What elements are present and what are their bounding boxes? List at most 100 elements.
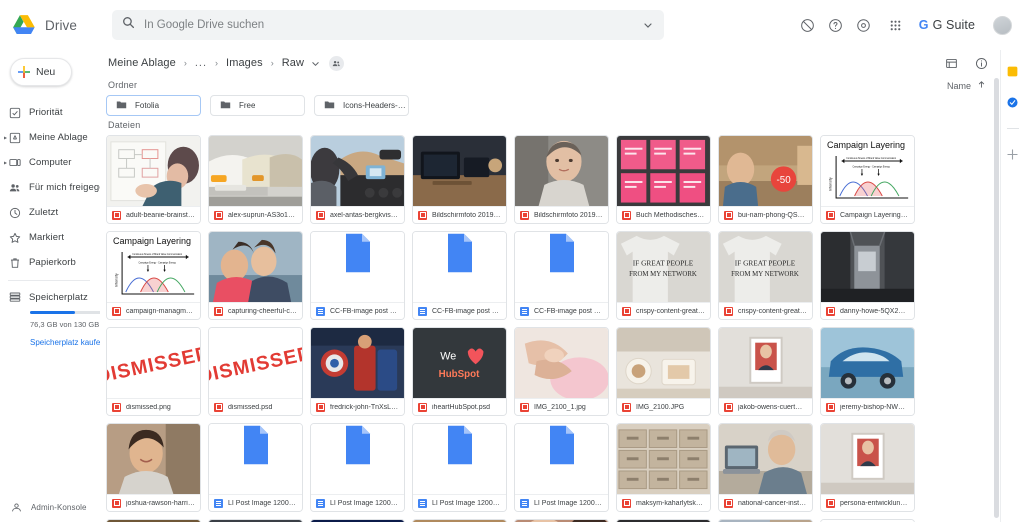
sidebar-item-zuletzt[interactable]: Zuletzt (0, 200, 100, 225)
file-card[interactable]: national-cancer-institute-... (718, 423, 813, 512)
add-ons-plus-icon[interactable] (1005, 147, 1020, 162)
file-name-row: jakob-owens-cuertUg6IG... (719, 398, 812, 415)
buy-storage-link[interactable]: Speicherplatz kaufen (30, 338, 105, 347)
file-card[interactable]: Campaign Layering Continuous Stream of B… (106, 231, 201, 320)
file-card[interactable]: IF GREAT PEOPLE FROM MY NETWORK crispy-c… (718, 231, 813, 320)
file-card[interactable]: LI Post Image 1200x628 ... (412, 423, 507, 512)
file-card[interactable]: axel-antas-bergkvist-o3Q... (310, 135, 405, 224)
file-card[interactable]: adult-beanie-brainstormi... (106, 135, 201, 224)
sidebar-item-papierkorb[interactable]: Papierkorb (0, 250, 100, 275)
file-card[interactable]: persona-entwicklung-cris... (820, 423, 915, 512)
list-view-icon[interactable] (943, 55, 960, 72)
brand[interactable]: Drive (12, 14, 96, 36)
file-card[interactable]: joshua-rawson-harris-YN... (106, 423, 201, 512)
file-card[interactable]: We HubSpot iheartHubSpot.psd (412, 327, 507, 416)
breadcrumb-chevron-down-icon[interactable] (311, 55, 320, 73)
trash-icon (8, 256, 21, 269)
breadcrumb-overflow[interactable]: ... (193, 57, 209, 69)
svg-text:FROM MY NETWORK: FROM MY NETWORK (629, 271, 697, 278)
tasks-icon[interactable] (1005, 95, 1020, 110)
sidebar-item-fuer-mich-freigegeben[interactable]: Für mich freigegeben (0, 175, 121, 200)
file-thumbnail (821, 232, 914, 302)
file-card[interactable]: LI Post Image 1200x628 ... (514, 423, 609, 512)
search-input[interactable] (144, 19, 631, 31)
account-avatar-icon[interactable] (993, 15, 1012, 35)
image-file-icon (622, 306, 631, 316)
sidebar-item-markiert[interactable]: Markiert (0, 225, 100, 250)
support-icon[interactable] (799, 17, 816, 34)
file-card[interactable]: fredrick-john-TnXsLbvP2... (310, 327, 405, 416)
image-file-icon (724, 402, 733, 412)
file-name-row: alex-suprun-AS3o1drQ2... (209, 206, 302, 223)
search-options-chevron-down-icon[interactable] (640, 17, 656, 33)
priority-icon (8, 106, 21, 119)
file-card[interactable]: jakob-owens-cuertUg6IG... (718, 327, 813, 416)
new-button[interactable]: Neu (10, 58, 72, 86)
keep-icon[interactable] (1005, 64, 1020, 79)
folder-card[interactable]: Fotolia (106, 95, 201, 116)
file-card[interactable]: Campaign Layering Continuous Stream of B… (820, 135, 915, 224)
storage-icon (8, 291, 21, 304)
file-name: axel-antas-bergkvist-o3Q... (330, 211, 399, 219)
image-file-icon (316, 210, 325, 220)
file-card[interactable]: LI Post Image 1200x628 ... (208, 423, 303, 512)
file-card[interactable]: DISMISSED dismissed.psd (208, 327, 303, 416)
file-card[interactable]: LI Post Image 1200x628 ... (310, 423, 405, 512)
file-card[interactable]: alex-suprun-AS3o1drQ2... (208, 135, 303, 224)
folder-card[interactable]: Icons-Headers-Backgrou... (314, 95, 409, 116)
chevron-right-icon[interactable]: ▸ (2, 134, 9, 141)
file-card[interactable]: jeremy-bishop-NWwEAo... (820, 327, 915, 416)
breadcrumb-item-raw[interactable]: Raw (280, 57, 306, 69)
gsuite-badge[interactable]: GG Suite (915, 16, 979, 34)
file-name: Bildschirmfoto 2019-09-... (432, 211, 501, 219)
file-card[interactable]: IF GREAT PEOPLE FROM MY NETWORK crispy-c… (616, 231, 711, 320)
sidebar-item-meine-ablage[interactable]: ▸ Meine Ablage (0, 125, 100, 150)
file-card[interactable]: capturing-cheerful-coupl... (208, 231, 303, 320)
document-placeholder-icon (243, 425, 268, 465)
chevron-right-icon[interactable]: ▸ (2, 159, 9, 166)
gear-icon[interactable] (855, 17, 872, 34)
sort-arrow-up-icon[interactable] (977, 80, 986, 91)
file-grid: adult-beanie-brainstormi... alex-suprun-… (106, 135, 990, 522)
image-file-icon (826, 402, 835, 412)
gsuite-label: G Suite (932, 18, 975, 32)
file-name-row: Bildschirmfoto 2019-09-... (515, 206, 608, 223)
image-file-icon (418, 210, 427, 220)
admin-console-row[interactable]: Admin-Konsole (0, 501, 100, 514)
file-card[interactable]: maksym-kaharlytskyi-Q9... (616, 423, 711, 512)
shared-folder-icon[interactable] (329, 55, 345, 71)
info-icon[interactable] (973, 55, 990, 72)
file-thumbnail: Campaign Layering Continuous Stream of B… (107, 232, 200, 302)
image-file-icon (214, 306, 223, 316)
folder-card[interactable]: Free (210, 95, 305, 116)
file-card[interactable]: IMG_2100_1.jpg (514, 327, 609, 416)
file-card[interactable]: danny-howe-5QX2efeIQ... (820, 231, 915, 320)
file-card[interactable]: -50 bui-nam-phong-QSEP_y5... (718, 135, 813, 224)
file-card[interactable]: Bildschirmfoto 2019-09-... (514, 135, 609, 224)
file-name: jakob-owens-cuertUg6IG... (738, 403, 807, 411)
file-card[interactable]: CC-FB-image post 1200x... (412, 231, 507, 320)
sidebar-item-computer[interactable]: ▸ Computer (0, 150, 100, 175)
apps-grid-icon[interactable] (887, 17, 904, 34)
image-file-icon (112, 498, 121, 508)
file-card[interactable]: CC-FB-image post 1200x... (514, 231, 609, 320)
file-card[interactable]: IMG_2100.JPG (616, 327, 711, 416)
file-card[interactable]: DISMISSED dismissed.png (106, 327, 201, 416)
sidebar-item-prioritaet[interactable]: Priorität (0, 100, 100, 125)
breadcrumb-item-meine-ablage[interactable]: Meine Ablage (106, 57, 178, 69)
file-card[interactable]: Buch Methodisches Cont... (616, 135, 711, 224)
breadcrumb-item-images[interactable]: Images (224, 57, 265, 69)
storage-row[interactable]: Speicherplatz (8, 286, 100, 308)
sidebar: Neu Priorität ▸ Meine Ablage ▸ Computer … (0, 50, 122, 522)
file-name-row: crispy-content-great-peo... (719, 302, 812, 319)
help-icon[interactable] (827, 17, 844, 34)
sort-control[interactable]: Name (947, 80, 990, 91)
sidebar-nav: Priorität ▸ Meine Ablage ▸ Computer Für … (0, 100, 121, 275)
file-card[interactable]: CC-FB-image post 1200x... (310, 231, 405, 320)
search-box[interactable] (112, 10, 664, 40)
file-thumbnail (413, 232, 506, 302)
file-card[interactable]: Bildschirmfoto 2019-09-... (412, 135, 507, 224)
file-name-row: danny-howe-5QX2efeIQ... (821, 302, 914, 319)
file-thumbnail (515, 328, 608, 398)
vertical-scrollbar[interactable] (993, 50, 1000, 522)
